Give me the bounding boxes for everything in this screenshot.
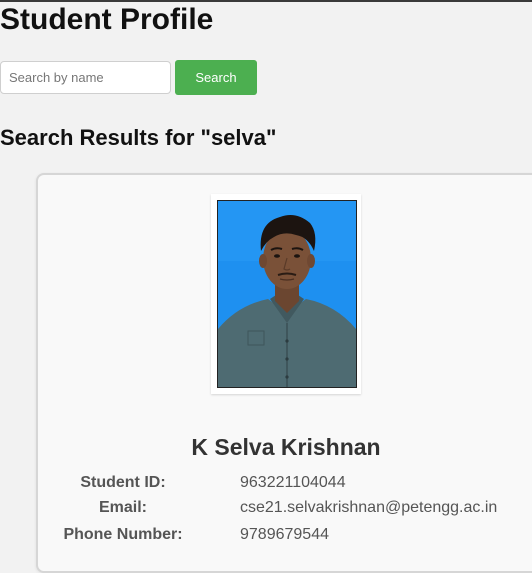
student-photo-frame [211, 194, 361, 394]
student-id-label: Student ID: [80, 474, 166, 491]
email-label: Email: [98, 499, 147, 516]
student-id-value: 963221104044 [240, 474, 346, 491]
student-photo-illustration [218, 201, 356, 387]
phone-number-label: Phone Number: [63, 526, 183, 543]
search-button[interactable]: Search [175, 60, 257, 95]
phone-number-value: 9789679544 [240, 526, 329, 543]
search-results-heading: Search Results for "selva" [0, 125, 277, 150]
email-value: cse21.selvakrishnan@petengg.ac.in [240, 499, 498, 516]
page-title: Student Profile [0, 3, 214, 36]
student-photo [217, 200, 357, 388]
student-card: K Selva Krishnan Student ID: 96322110404… [36, 173, 532, 573]
student-name: K Selva Krishnan [191, 434, 381, 460]
search-input[interactable] [0, 61, 171, 94]
